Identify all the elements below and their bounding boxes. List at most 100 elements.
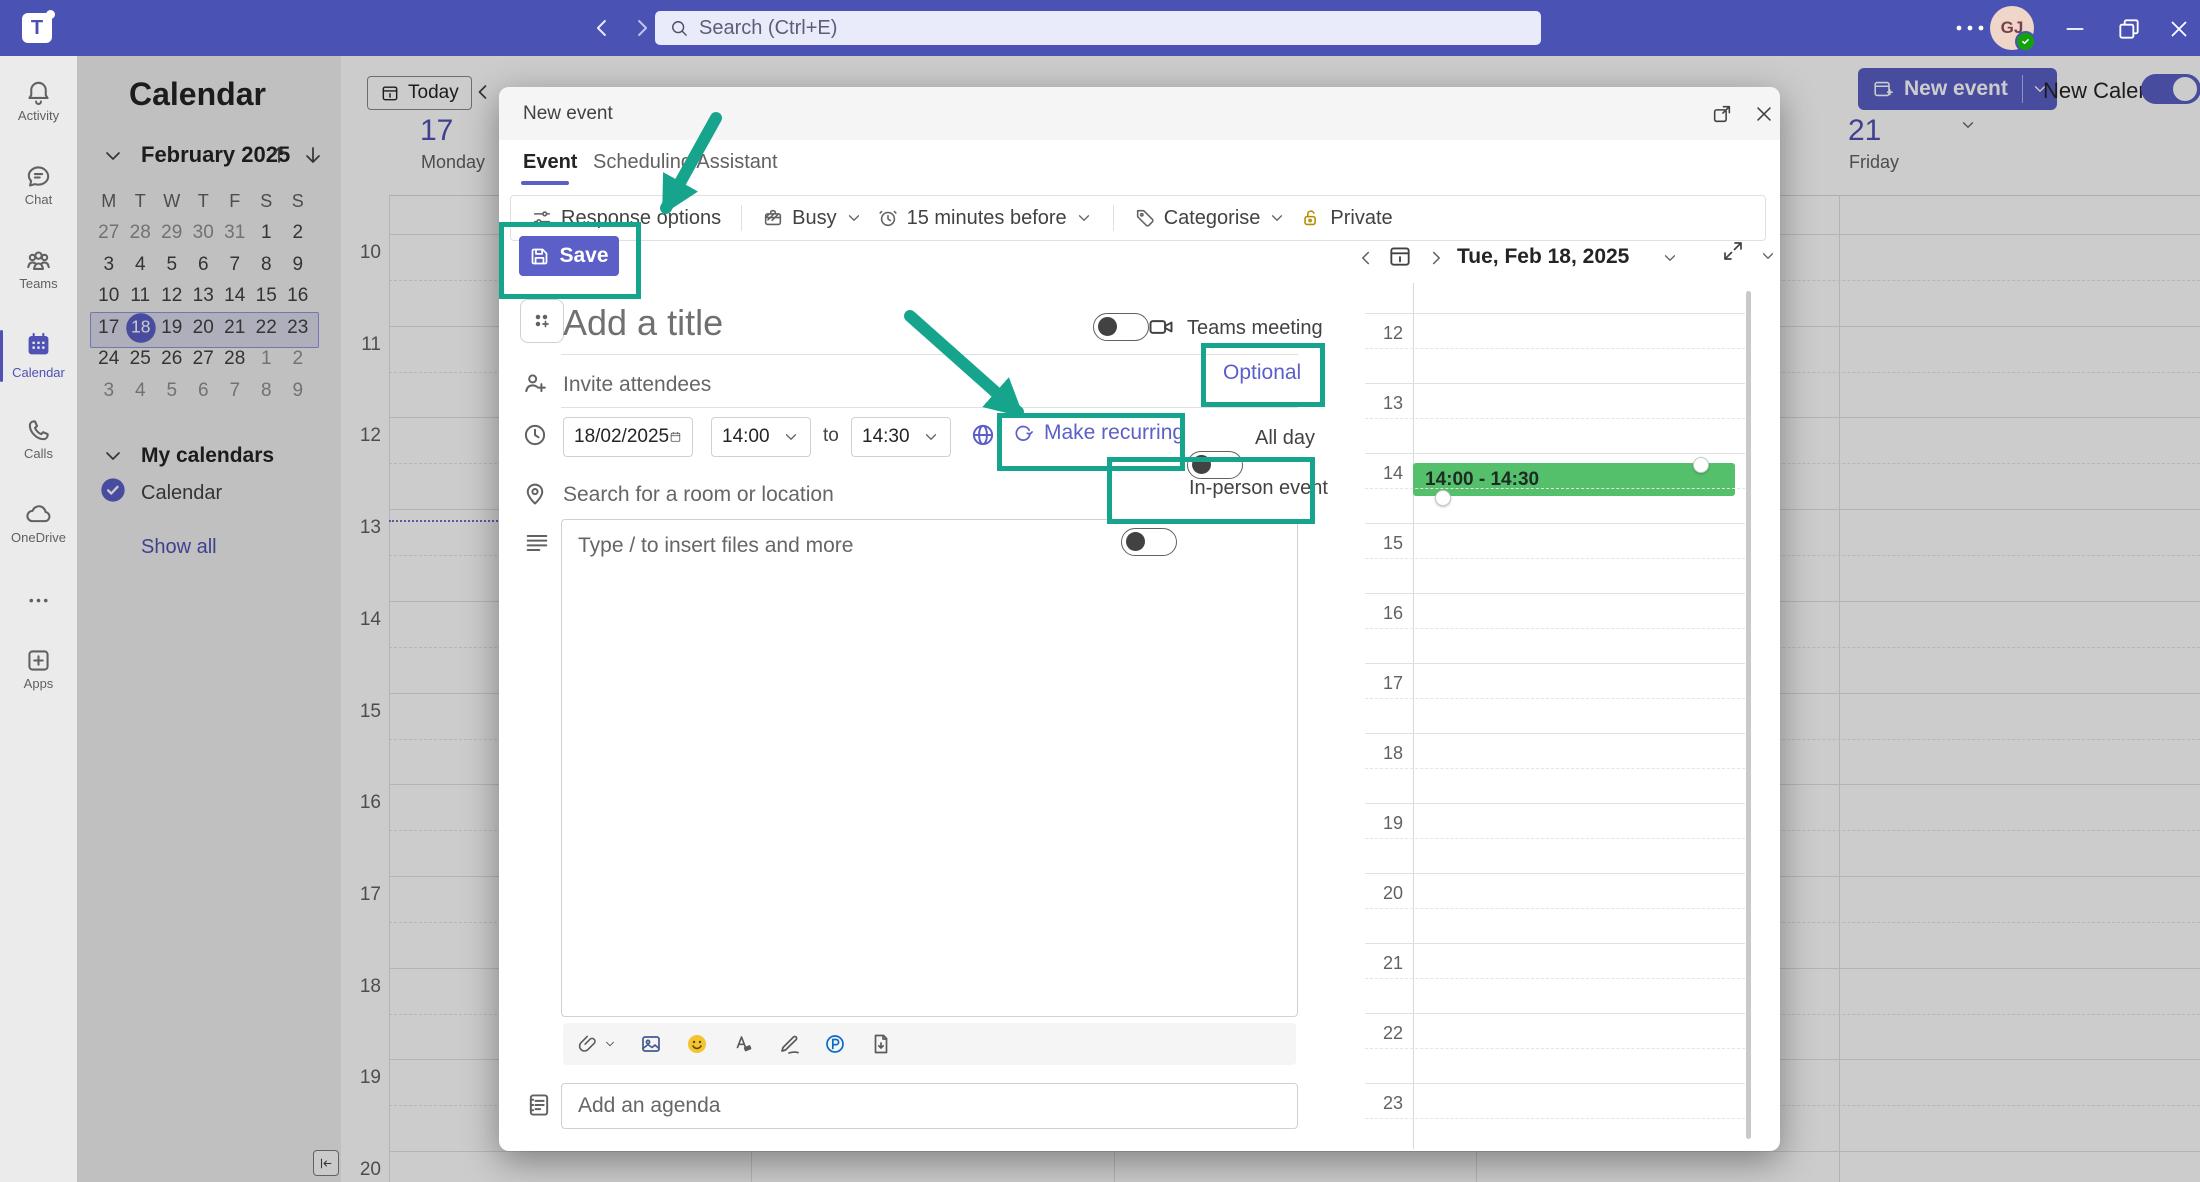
minimize-icon[interactable] [2062, 16, 2088, 42]
titlebar-more-icon[interactable] [1955, 24, 1985, 32]
search-input[interactable]: Search (Ctrl+E) [655, 11, 1541, 45]
panel-hour-label: 20 [1363, 883, 1403, 904]
chat-icon [24, 162, 53, 191]
clock-icon [521, 421, 549, 449]
event-resize-handle-top[interactable] [1693, 457, 1709, 473]
restore-icon[interactable] [2116, 16, 2142, 42]
event-resize-handle-bottom[interactable] [1435, 490, 1451, 506]
location-pin-icon [521, 479, 549, 507]
panel-hour-label: 18 [1363, 743, 1403, 764]
tab-active-indicator [521, 181, 569, 185]
title-input[interactable]: Add a title [563, 302, 723, 344]
panel-date-chevron-icon[interactable] [1661, 249, 1679, 267]
panel-hour-label: 14 [1363, 463, 1403, 484]
rail-item-calls[interactable]: Calls [0, 414, 77, 474]
panel-day-view-icon[interactable] [1387, 243, 1413, 269]
window-titlebar: T Search (Ctrl+E) GJ [0, 0, 2200, 56]
format-toolbar [563, 1023, 1296, 1065]
start-time-select[interactable]: 14:00 [711, 417, 811, 457]
dialog-title: New event [523, 87, 613, 140]
rail-item-activity[interactable]: Activity [0, 76, 77, 136]
close-window-icon[interactable] [2166, 16, 2192, 42]
insert-image-icon[interactable] [639, 1032, 663, 1056]
close-dialog-icon[interactable] [1753, 103, 1775, 125]
panel-hour-label: 22 [1363, 1023, 1403, 1044]
panel-hour-label: 17 [1363, 673, 1403, 694]
location-search-input[interactable]: Search for a room or location [563, 483, 834, 507]
rail-item-apps[interactable]: Apps [0, 644, 77, 704]
teams-meeting-toggle[interactable] [1093, 313, 1149, 341]
rail-item-onedrive[interactable]: OneDrive [0, 498, 77, 558]
categorise-dropdown[interactable]: Categorise [1134, 207, 1287, 230]
teams-meeting-label: Teams meeting [1187, 317, 1323, 340]
calendar-picker-icon [669, 428, 682, 446]
agenda-input[interactable]: Add an agenda [561, 1083, 1298, 1129]
nav-forward-icon[interactable] [628, 14, 656, 42]
rail-item-calendar[interactable]: Calendar [0, 328, 77, 388]
teams-logo: T [22, 13, 52, 43]
panel-hour-label: 16 [1363, 603, 1403, 624]
collapse-toolbar-chevron-icon[interactable] [1759, 247, 1777, 265]
text-highlight-icon[interactable] [731, 1032, 755, 1056]
lock-open-icon [1300, 207, 1322, 229]
calendar-icon [24, 330, 53, 359]
tab-event[interactable]: Event [523, 151, 577, 174]
panel-hour-label: 12 [1363, 323, 1403, 344]
private-button[interactable]: Private [1300, 207, 1392, 230]
alarm-icon [877, 207, 899, 229]
event-icon-picker[interactable] [520, 299, 564, 343]
timezone-globe-icon[interactable] [969, 421, 997, 449]
invite-attendees-input[interactable]: Invite attendees [563, 373, 711, 397]
presence-available-icon [2015, 31, 2036, 52]
panel-next-day-icon[interactable] [1425, 247, 1447, 269]
panel-prev-day-icon[interactable] [1355, 247, 1377, 269]
event-toolbar: Response options Busy 15 minutes before … [510, 195, 1766, 241]
attach-file-button[interactable] [577, 1033, 617, 1055]
optional-highlight-box [1201, 343, 1325, 407]
bell-icon [24, 78, 53, 107]
show-as-busy-dropdown[interactable]: Busy [762, 207, 862, 230]
phone-icon [24, 416, 53, 445]
panel-date-label[interactable]: Tue, Feb 18, 2025 [1457, 245, 1629, 269]
panel-hour-label: 21 [1363, 953, 1403, 974]
add-attendees-icon [521, 369, 549, 397]
chevron-down-icon [603, 1037, 617, 1051]
chevron-down-icon [845, 209, 863, 227]
briefcase-icon [762, 207, 784, 229]
emoji-icon[interactable] [685, 1032, 709, 1056]
more-icon [24, 586, 53, 615]
search-placeholder: Search (Ctrl+E) [699, 17, 837, 40]
rail-item-teams[interactable]: Teams [0, 244, 77, 304]
body-placeholder: Type / to insert files and more [562, 520, 869, 572]
description-icon [523, 529, 551, 557]
panel-hour-label: 23 [1363, 1093, 1403, 1114]
chevron-down-icon [922, 428, 940, 446]
rail-item-chat[interactable]: Chat [0, 160, 77, 220]
tag-icon [1134, 207, 1156, 229]
insert-file-icon[interactable] [869, 1032, 893, 1056]
cloud-icon [24, 500, 53, 529]
tab-scheduling-assistant[interactable]: Scheduling Assistant [593, 151, 778, 174]
body-editor[interactable]: Type / to insert files and more [561, 519, 1298, 1017]
expand-panel-icon[interactable] [1721, 239, 1745, 263]
start-date-input[interactable]: 18/02/2025 [563, 417, 693, 457]
reminder-dropdown[interactable]: 15 minutes before [877, 207, 1093, 230]
save-highlight-box [499, 222, 641, 299]
paperclip-icon [577, 1033, 599, 1055]
all-day-label: All day [1255, 427, 1315, 450]
chevron-down-icon [1075, 209, 1093, 227]
pen-icon[interactable] [777, 1032, 801, 1056]
panel-hour-label: 19 [1363, 813, 1403, 834]
to-label: to [823, 425, 839, 447]
event-block[interactable]: 14:00 - 14:30 [1413, 463, 1735, 496]
agenda-notebook-icon [525, 1091, 553, 1119]
chevron-down-icon [1268, 209, 1286, 227]
nav-back-icon[interactable] [588, 14, 616, 42]
avatar[interactable]: GJ [1990, 6, 2034, 50]
loop-component-icon[interactable] [823, 1032, 847, 1056]
popout-icon[interactable] [1711, 103, 1733, 125]
rail-item-more[interactable] [0, 584, 77, 644]
end-time-select[interactable]: 14:30 [851, 417, 951, 457]
panel-hour-label: 13 [1363, 393, 1403, 414]
in-person-highlight-box [1107, 457, 1315, 524]
